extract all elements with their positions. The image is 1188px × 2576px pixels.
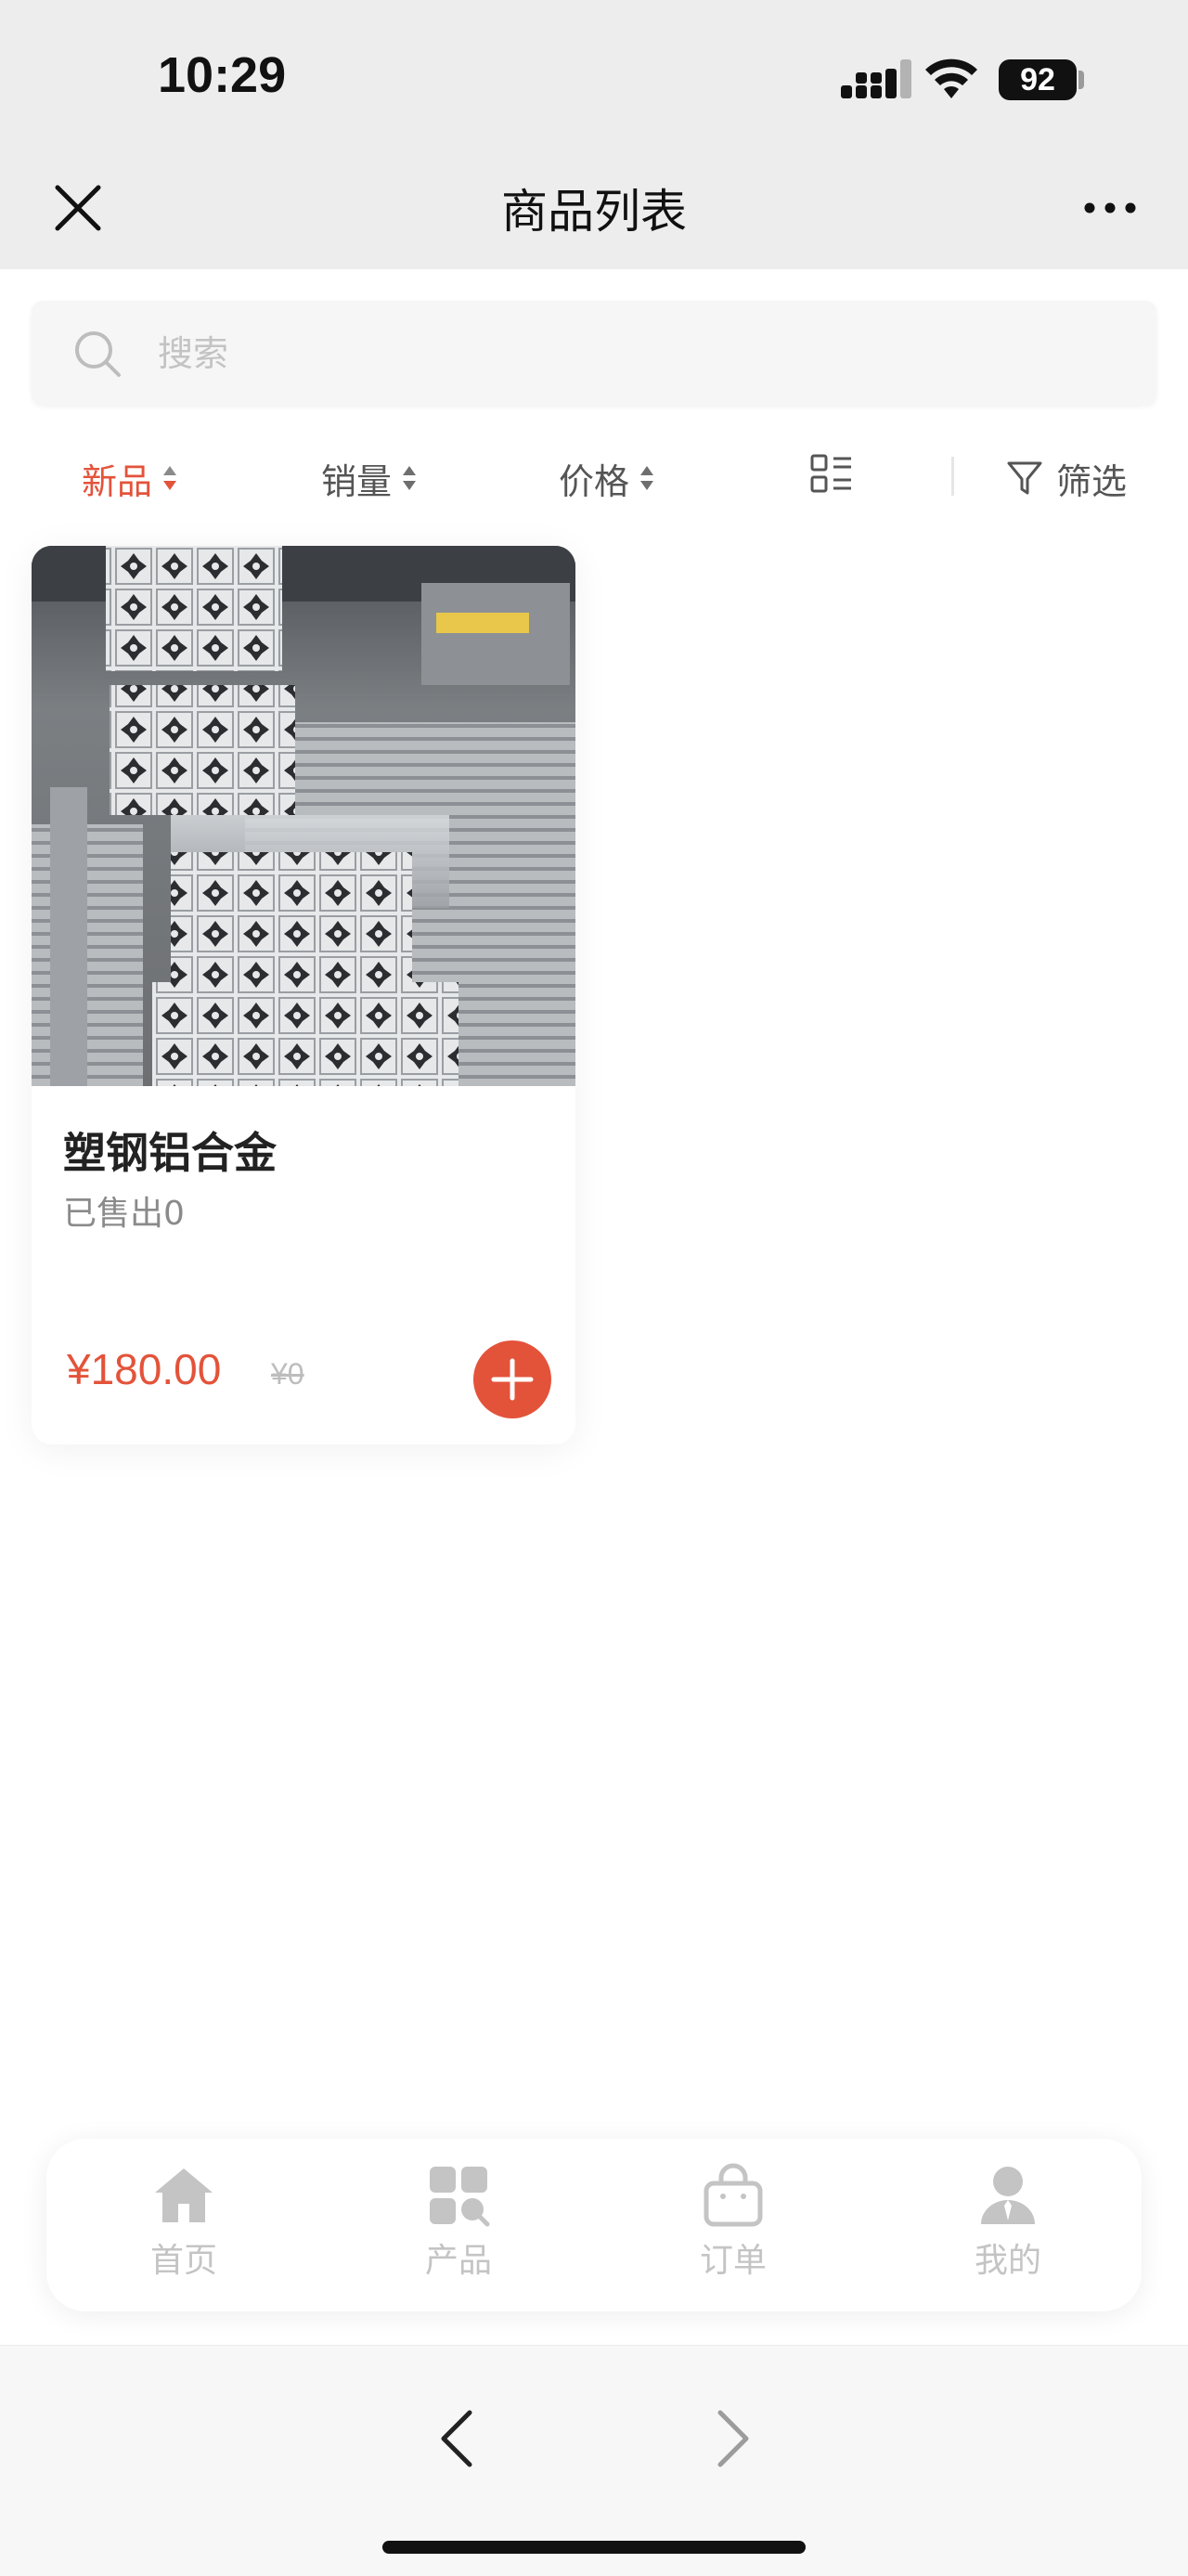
browser-nav-bar [0,2345,1188,2576]
tab-profile-label: 我的 [974,2242,1041,2280]
home-icon [155,2168,213,2222]
sort-arrows-icon [640,466,654,490]
sort-arrows-icon [403,466,417,490]
list-layout-icon[interactable] [809,453,854,494]
filter-label: 筛选 [1056,460,1128,502]
product-price: ¥180.00 [67,1345,222,1393]
product-card[interactable]: 塑钢铝合金 已售出0 ¥180.00 ¥0 [32,546,575,1444]
sort-arrows-icon [163,466,177,490]
sort-sales-label: 销量 [321,460,393,502]
battery-indicator: 92 [999,59,1077,100]
sort-divider [951,457,954,496]
sort-new[interactable]: 新品 [82,446,178,511]
tab-profile[interactable]: 我的 [924,2163,1091,2293]
tab-orders[interactable]: 订单 [650,2163,817,2293]
filter-button[interactable]: 筛选 [1006,446,1127,511]
product-name: 塑钢铝合金 [63,1128,277,1178]
top-bar: 10:29 92 商品列表 [0,0,1188,269]
search-bar[interactable] [32,301,1156,405]
tab-home[interactable]: 首页 [100,2163,267,2293]
add-to-cart-button[interactable] [473,1340,551,1418]
tab-products-label: 产品 [424,2242,492,2280]
bag-icon [704,2163,763,2227]
grid-icon [430,2167,490,2227]
product-image [32,546,575,1086]
page-title: 商品列表 [501,185,687,239]
plus-icon [491,1358,534,1401]
status-time: 10:29 [158,47,287,103]
bottom-tab-bar: 首页 产品 订单 我的 [46,2139,1142,2311]
sort-price[interactable]: 价格 [559,446,655,511]
back-arrow-icon[interactable] [433,2400,481,2478]
tab-orders-label: 订单 [699,2242,767,2280]
search-icon [75,331,121,377]
search-input[interactable] [156,325,1125,382]
more-icon[interactable] [1082,197,1138,219]
aluminum-profile-photo [32,546,575,1086]
sort-bar: 新品 销量 价格 筛选 [0,446,1188,511]
tab-products[interactable]: 产品 [375,2163,542,2293]
sort-price-label: 价格 [559,460,630,502]
wifi-icon [925,58,977,98]
battery-cap [1078,71,1084,89]
user-icon [981,2167,1035,2224]
cellular-signal-icon [841,59,911,98]
product-sold-count: 已售出0 [63,1195,185,1233]
sort-new-label: 新品 [82,460,153,502]
home-indicator [382,2541,806,2554]
tab-home-label: 首页 [149,2242,217,2280]
product-original-price: ¥0 [271,1357,304,1391]
filter-icon [1007,461,1042,495]
sort-sales[interactable]: 销量 [321,446,418,511]
forward-arrow-icon[interactable] [709,2400,757,2478]
